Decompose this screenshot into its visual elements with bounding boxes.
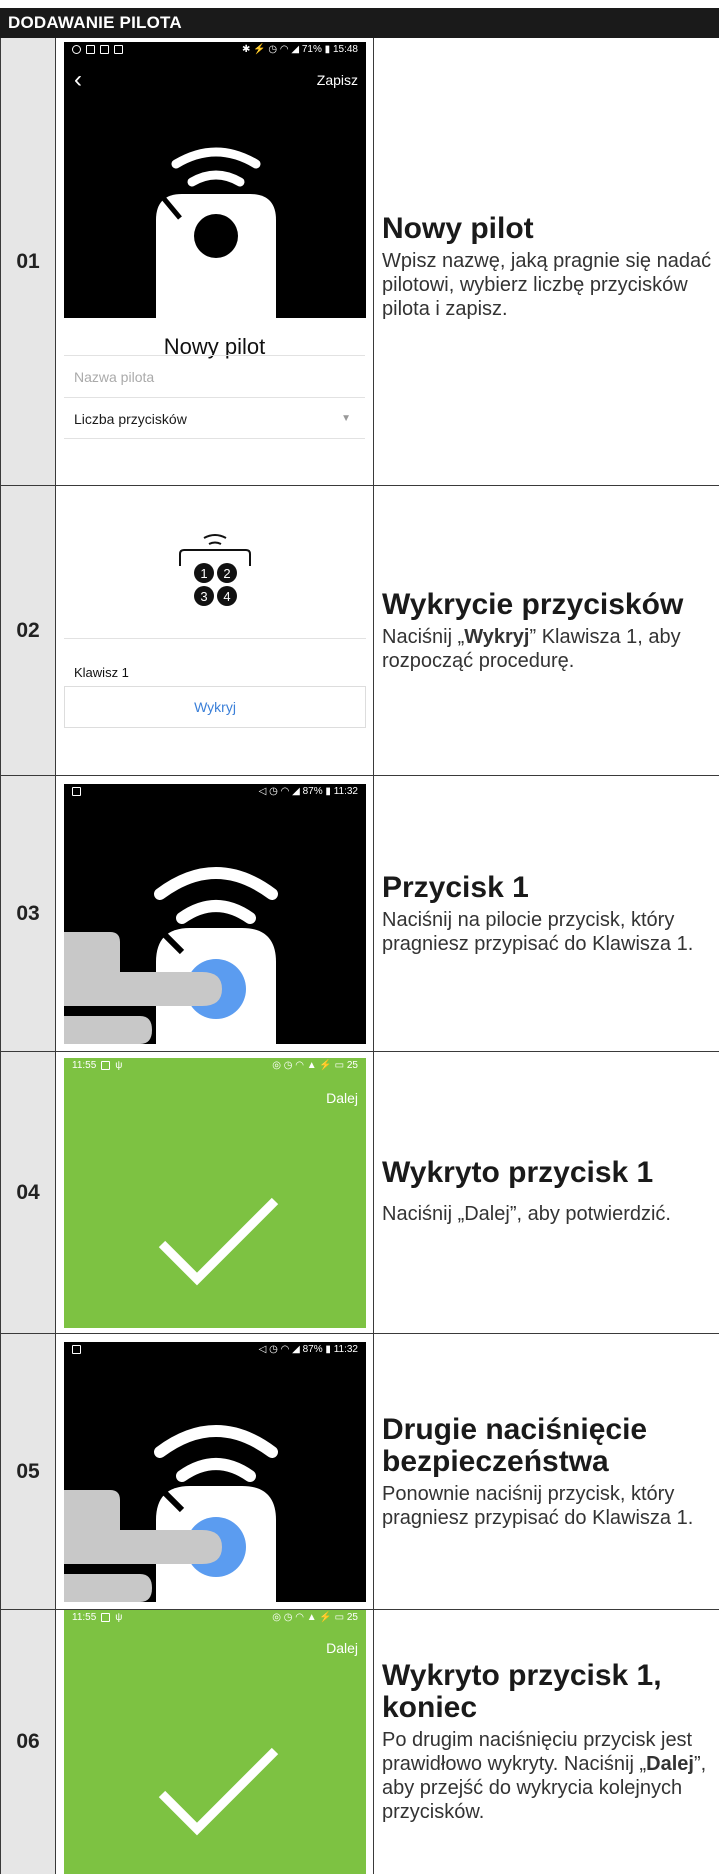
step-text: Wykryto przycisk 1, koniec Po drugim nac… <box>382 1610 719 1874</box>
phone-screen: ✱ ⚡ ◷ ◠ ◢ 71% ▮ 15:48 ‹ Zapisz <box>64 42 366 318</box>
detect-button[interactable]: Wykryj <box>64 686 366 728</box>
step-text: Wykryto przycisk 1 Naciśnij „Dalej”, aby… <box>382 1052 719 1333</box>
step-row-01: 01 ✱ ⚡ ◷ ◠ ◢ 71% ▮ 15:48 ‹ Zapisz Nowy p… <box>0 38 719 486</box>
step-text: Wykrycie przycisków Naciśnij „Wykryj” Kl… <box>382 486 719 775</box>
wifi-signal-icon <box>154 867 278 924</box>
desc-bold: Wykryj <box>464 625 530 648</box>
step-title: Przycisk 1 <box>382 870 529 904</box>
desc-bold: Dalej <box>646 1753 694 1775</box>
step-number: 03 <box>0 776 56 1051</box>
step-description: Naciśnij „Dalej”, aby potwierdzić. <box>382 1202 671 1225</box>
step-number: 06 <box>0 1610 56 1874</box>
manual-page: DODAWANIE PILOTA 01 ✱ ⚡ ◷ ◠ ◢ 71% ▮ 15:4… <box>0 0 719 1874</box>
divider <box>64 638 366 639</box>
wifi-signal-icon <box>171 147 261 187</box>
step-description: Po drugim naciśnięciu przycisk jest praw… <box>382 1728 719 1824</box>
signal-icon <box>203 534 227 545</box>
step-title: Wykryto przycisk 1 <box>382 1155 654 1189</box>
remote-name-input[interactable]: Nazwa pilota <box>64 355 365 397</box>
step-title: Wykrycie przycisków <box>382 587 684 621</box>
phone-screen: 11:55 ψ ◎ ◷ ◠ ▲ ⚡ ▭ 25 Dalej <box>64 1610 366 1874</box>
success-illustration <box>158 1747 279 1836</box>
new-remote-form: Nowy pilot Nazwa pilota Liczba przyciskó… <box>56 318 373 483</box>
step-title: Drugie naciśnięcie bezpieczeństwa <box>382 1412 648 1478</box>
key-4: 4 <box>223 589 230 604</box>
step-screenshot: ◁ ◷ ◠ ◢ 87% ▮ 11:32 <box>56 776 374 1051</box>
phone-screen: 11:55 ψ ◎ ◷ ◠ ▲ ⚡ ▭ 25 Dalej <box>64 1058 366 1328</box>
key-label: Klawisz 1 <box>74 665 129 680</box>
key-1: 1 <box>200 566 207 581</box>
phone-screen: ◁ ◷ ◠ ◢ 87% ▮ 11:32 <box>64 1342 366 1602</box>
buttons-count-label: Liczba przycisków <box>74 411 187 427</box>
keypad-illustration: 1 2 3 4 <box>179 534 251 606</box>
remote-button <box>194 214 238 258</box>
keypad-keys: 1 2 3 4 <box>194 563 237 606</box>
remote-outline <box>179 549 251 566</box>
step-number: 02 <box>0 486 56 775</box>
key-2: 2 <box>223 566 230 581</box>
name-placeholder: Nazwa pilota <box>74 369 155 385</box>
desc-text: Naciśnij „ <box>382 625 465 648</box>
step-description: Naciśnij na pilocie przycisk, który prag… <box>382 908 694 955</box>
step-row-05: 05 ◁ ◷ ◠ ◢ 87% ▮ 11:32 Drugie naciśnięci… <box>0 1334 719 1610</box>
step-title: Nowy pilot <box>382 211 534 245</box>
step-row-03: 03 ◁ ◷ ◠ ◢ 87% ▮ 11:32 Przycisk 1 Naciśn… <box>0 776 719 1052</box>
step-title: Wykryto przycisk 1, koniec <box>382 1659 662 1724</box>
checkmark-icon <box>158 1747 279 1836</box>
step-text: Drugie naciśnięcie bezpieczeństwa Ponown… <box>382 1334 719 1609</box>
step-number: 01 <box>0 38 56 485</box>
section-header: DODAWANIE PILOTA <box>0 8 719 38</box>
step-number: 04 <box>0 1052 56 1333</box>
wifi-signal-icon <box>154 1425 278 1482</box>
step-row-02: 02 1 2 3 4 Klawisz 1 Wykryj Wykrycie prz… <box>0 486 719 776</box>
press-button-illustration <box>64 1425 278 1602</box>
buttons-count-select[interactable]: Liczba przycisków ▼ <box>64 397 365 439</box>
key-3: 3 <box>200 589 207 604</box>
step-description: Ponownie naciśnij przycisk, który pragni… <box>382 1482 694 1529</box>
step-screenshot: 1 2 3 4 Klawisz 1 Wykryj <box>56 486 374 775</box>
press-button-illustration <box>64 867 278 1044</box>
step-screenshot: 11:55 ψ ◎ ◷ ◠ ▲ ⚡ ▭ 25 Dalej <box>56 1052 374 1333</box>
phone-screen: ◁ ◷ ◠ ◢ 87% ▮ 11:32 <box>64 784 366 1044</box>
step-row-06: 06 11:55 ψ ◎ ◷ ◠ ▲ ⚡ ▭ 25 Dalej Wykryto … <box>0 1610 719 1874</box>
remote-illustration <box>156 147 276 318</box>
step-screenshot: ✱ ⚡ ◷ ◠ ◢ 71% ▮ 15:48 ‹ Zapisz Nowy pilo… <box>56 38 374 485</box>
step-text: Nowy pilot Wpisz nazwę, jaką pragnie się… <box>382 38 719 485</box>
step-number: 05 <box>0 1334 56 1609</box>
success-illustration <box>158 1197 279 1286</box>
step-screenshot: 11:55 ψ ◎ ◷ ◠ ▲ ⚡ ▭ 25 Dalej <box>56 1610 374 1874</box>
checkmark-icon <box>158 1197 279 1286</box>
step-description: Naciśnij „Wykryj” Klawisza 1, aby rozpoc… <box>382 625 719 673</box>
step-row-04: 04 11:55 ψ ◎ ◷ ◠ ▲ ⚡ ▭ 25 Dalej Wykryto … <box>0 1052 719 1334</box>
step-screenshot: ◁ ◷ ◠ ◢ 87% ▮ 11:32 <box>56 1334 374 1609</box>
chevron-down-icon: ▼ <box>341 413 351 424</box>
step-description: Wpisz nazwę, jaką pragnie się nadać pilo… <box>382 249 712 320</box>
step-text: Przycisk 1 Naciśnij na pilocie przycisk,… <box>382 776 719 1051</box>
